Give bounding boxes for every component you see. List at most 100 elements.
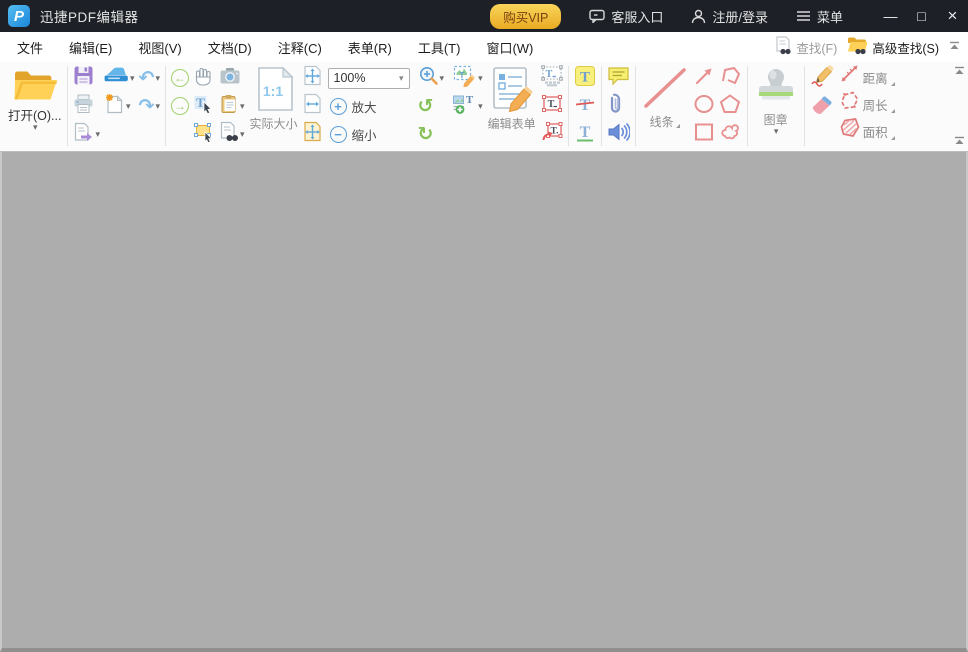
rectangle-tool-button[interactable] bbox=[691, 120, 717, 148]
menubar-right: 查找(F) 高级查找(S) bbox=[775, 36, 964, 58]
form-fields-column: T T T. bbox=[539, 64, 565, 148]
prev-view-button[interactable]: ← bbox=[169, 64, 191, 92]
zoom-in-label: 放大 bbox=[351, 100, 377, 115]
redo-button[interactable]: ↷ ▾ bbox=[137, 92, 162, 120]
polygon-tool-button[interactable] bbox=[717, 92, 744, 120]
menu-tools[interactable]: 工具(T) bbox=[405, 32, 474, 62]
maximize-button[interactable]: □ bbox=[906, 0, 937, 32]
new-doc-caret-icon: ▾ bbox=[126, 100, 131, 111]
advanced-find-button[interactable]: 高级查找(S) bbox=[847, 36, 939, 58]
undo-column: ↶ ▾ ↷ ▾ bbox=[137, 64, 162, 120]
actual-size-label: 实际大小 bbox=[249, 117, 298, 131]
print-button[interactable] bbox=[71, 92, 102, 120]
doc-search-icon bbox=[219, 121, 239, 147]
undo-button[interactable]: ↶ ▾ bbox=[137, 64, 162, 92]
shapes-column-1 bbox=[691, 64, 717, 148]
area-tool-button[interactable]: 面积 bbox=[839, 118, 895, 145]
cloud-tool-button[interactable] bbox=[717, 120, 744, 148]
svg-text:T: T bbox=[579, 124, 590, 141]
circle-tool-button[interactable] bbox=[691, 92, 717, 120]
rotate-ccw-icon: ↺ bbox=[417, 95, 434, 117]
edit-form-button[interactable]: 编辑表单 bbox=[485, 64, 539, 131]
collapse-toolbar-top-icon[interactable] bbox=[954, 66, 965, 76]
rotate-left-button[interactable]: ↺ bbox=[416, 92, 447, 120]
fit-visible-button[interactable] bbox=[301, 120, 324, 148]
buy-vip-button[interactable]: 购买VIP bbox=[490, 3, 562, 29]
text-box-button[interactable]: T bbox=[539, 92, 565, 120]
strikethrough-text-button[interactable]: T bbox=[572, 92, 598, 120]
polyline-tool-button[interactable] bbox=[717, 64, 744, 92]
stamp-label: 图章 bbox=[763, 113, 788, 127]
paste-button[interactable]: ▾ bbox=[217, 92, 247, 120]
window-controls: — □ × bbox=[875, 0, 968, 32]
toolbar-divider bbox=[67, 66, 69, 146]
zoom-in-button[interactable]: + 放大 bbox=[326, 92, 412, 120]
collapse-menubar-icon[interactable] bbox=[949, 38, 960, 56]
marquee-zoom-button[interactable]: ▾ bbox=[416, 64, 447, 92]
find-in-doc-button[interactable]: ▾ bbox=[217, 120, 247, 148]
sound-annotation-button[interactable] bbox=[605, 120, 632, 148]
pentagon-shape-icon bbox=[719, 93, 741, 120]
typewriter-button[interactable]: T. bbox=[539, 120, 565, 148]
select-text-button[interactable]: T bbox=[191, 92, 217, 120]
new-document-button[interactable]: ▾ bbox=[102, 92, 137, 120]
typewriter-icon: T. bbox=[541, 121, 563, 147]
close-button[interactable]: × bbox=[937, 0, 968, 32]
zoom-out-button[interactable]: − 缩小 bbox=[326, 120, 412, 148]
menu-view[interactable]: 视图(V) bbox=[125, 32, 194, 62]
zoom-level-select[interactable]: 100% ▾ bbox=[327, 67, 410, 89]
menu-file[interactable]: 文件 bbox=[4, 32, 56, 62]
fit-visible-icon bbox=[303, 121, 322, 147]
arrow-tool-button[interactable] bbox=[691, 64, 717, 92]
login-button[interactable]: 注册/登录 bbox=[691, 7, 768, 26]
export-button[interactable]: ▾ bbox=[71, 120, 102, 148]
fit-page-button[interactable] bbox=[301, 64, 324, 92]
zoom-in-icon: + bbox=[329, 97, 347, 115]
menu-comment[interactable]: 注释(C) bbox=[265, 32, 335, 62]
collapse-toolbar-bottom-icon[interactable] bbox=[954, 136, 965, 146]
fit-width-icon bbox=[303, 93, 322, 119]
minimize-button[interactable]: — bbox=[875, 0, 906, 32]
snapshot-button[interactable] bbox=[217, 64, 247, 92]
highlight-text-button[interactable]: T bbox=[572, 64, 598, 92]
distance-tool-button[interactable]: 距离 bbox=[839, 64, 895, 91]
menu-form[interactable]: 表单(R) bbox=[335, 32, 405, 62]
edit-object-button[interactable]: T ▾ bbox=[450, 64, 485, 92]
line-label: 线条 bbox=[650, 115, 680, 129]
eraser-tool-button[interactable] bbox=[808, 92, 836, 120]
hand-tool-button[interactable] bbox=[191, 64, 217, 92]
menu-document[interactable]: 文档(D) bbox=[195, 32, 265, 62]
support-button[interactable]: 客服入口 bbox=[589, 7, 663, 26]
select-object-button[interactable] bbox=[191, 120, 217, 148]
fit-width-button[interactable] bbox=[301, 92, 324, 120]
line-tool-button[interactable]: 线条 bbox=[639, 64, 691, 129]
rectangle-shape-icon bbox=[693, 121, 715, 148]
underline-text-button[interactable]: T bbox=[572, 120, 598, 148]
rotate-right-button[interactable]: ↻ bbox=[416, 120, 447, 148]
arrow-shape-icon bbox=[693, 65, 715, 92]
undo-icon: ↶ bbox=[138, 67, 155, 89]
perimeter-tool-button[interactable]: 周长 bbox=[839, 91, 895, 118]
find-button[interactable]: 查找(F) bbox=[775, 36, 837, 58]
menu-button[interactable]: 菜单 bbox=[796, 7, 843, 26]
save-button[interactable] bbox=[71, 64, 102, 92]
add-content-button[interactable]: T ▾ bbox=[450, 92, 485, 120]
scanner-icon bbox=[104, 66, 129, 90]
area-label: 面积 bbox=[862, 126, 888, 140]
next-view-button[interactable]: → bbox=[169, 92, 191, 120]
pencil-tool-button[interactable] bbox=[808, 64, 836, 92]
menu-edit[interactable]: 编辑(E) bbox=[56, 32, 125, 62]
text-field-icon: T bbox=[540, 64, 563, 92]
open-button[interactable]: 打开(O)... ▾ bbox=[5, 64, 64, 132]
stamp-button[interactable]: 图章 ▾ bbox=[751, 64, 801, 136]
note-comment-button[interactable] bbox=[605, 64, 632, 92]
area-icon bbox=[839, 117, 860, 141]
zoom-out-icon: − bbox=[329, 125, 347, 143]
svg-text:T: T bbox=[545, 69, 552, 80]
text-field-button[interactable]: T bbox=[539, 64, 565, 92]
menu-window[interactable]: 窗口(W) bbox=[473, 32, 546, 62]
add-content-icon: T bbox=[452, 93, 477, 120]
attach-file-button[interactable] bbox=[605, 92, 632, 120]
scan-button[interactable]: ▾ bbox=[102, 64, 137, 92]
actual-size-button[interactable]: 1:1 实际大小 bbox=[247, 64, 301, 131]
